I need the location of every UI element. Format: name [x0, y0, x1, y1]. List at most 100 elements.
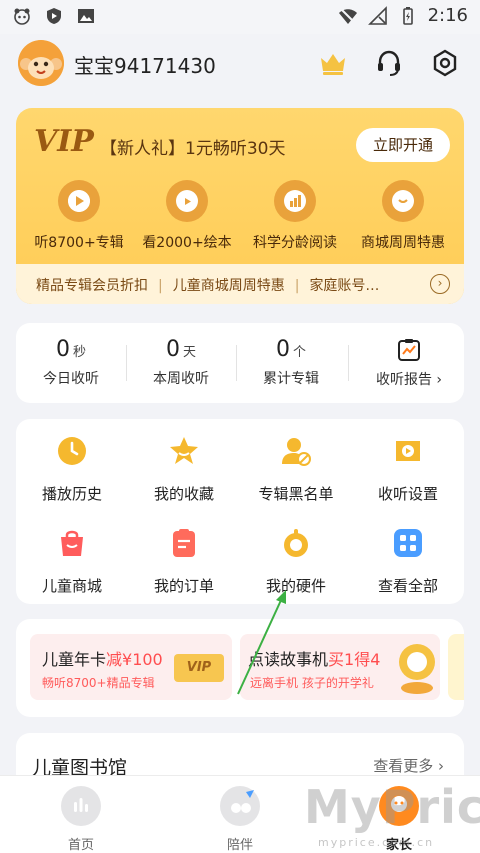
func-label: 专辑黑名单 — [258, 485, 334, 503]
signal-icon — [367, 5, 387, 25]
stat-week[interactable]: 0天 本周收听 — [126, 337, 236, 388]
tab-label: 陪伴 — [226, 838, 253, 853]
play-icon — [58, 180, 100, 222]
home-icon — [61, 786, 101, 826]
arrow-right-circle-icon[interactable]: › — [430, 274, 450, 294]
stat-today[interactable]: 0秒 今日收听 — [16, 337, 126, 388]
history-icon — [58, 437, 86, 465]
vip-feature-label: 科学分龄阅读 — [253, 235, 337, 251]
func-favorites[interactable]: 我的收藏 — [134, 435, 234, 504]
vip-feature-label: 看2000+绘本 — [142, 235, 232, 251]
vip-feature-label: 听8700+专辑 — [34, 235, 124, 251]
panda-icon — [14, 8, 30, 25]
func-my-hardware[interactable]: 我的硬件 — [246, 527, 346, 596]
listening-report[interactable]: 收听报告 › — [354, 337, 464, 389]
avatar[interactable] — [18, 40, 64, 86]
headset-icon[interactable] — [374, 48, 404, 78]
stat-albums[interactable]: 0个 累计专辑 — [236, 337, 346, 388]
vip-link-family-account[interactable]: 家庭账号… — [309, 278, 379, 294]
user-block-icon — [282, 438, 311, 466]
func-my-orders[interactable]: 我的订单 — [134, 527, 234, 596]
stat-label: 今日收听 — [43, 371, 99, 387]
func-kids-mall[interactable]: 儿童商城 — [22, 527, 122, 596]
promo-highlight: 买1得4 — [328, 650, 381, 669]
divider: | — [294, 278, 300, 294]
promo-annual-card[interactable]: 儿童年卡减¥100 畅听8700+精品专辑 VIP — [30, 634, 232, 700]
promo-subtitle: 远离手机 孩子的开学礼 — [250, 676, 374, 690]
grid-icon — [394, 529, 422, 557]
promo-story-machine[interactable]: 点读故事机买1得4 远离手机 孩子的开学礼 — [240, 634, 440, 700]
func-label: 收听设置 — [377, 485, 438, 503]
divider — [348, 345, 349, 381]
vip-link-mall-deals[interactable]: 儿童商城周周特惠 — [173, 278, 285, 294]
username: 宝宝94171430 — [74, 54, 216, 78]
tab-companion[interactable]: 陪伴 — [195, 786, 285, 853]
func-listen-settings[interactable]: 收听设置 — [358, 435, 458, 504]
func-label: 我的硬件 — [265, 577, 326, 595]
report-icon — [398, 339, 420, 361]
stat-value: 0 — [55, 337, 70, 362]
vip-promo-text: 【新人礼】1元畅听30天 — [100, 139, 286, 159]
battery-icon — [402, 6, 413, 25]
func-label: 我的订单 — [153, 577, 214, 595]
order-icon — [173, 529, 195, 557]
func-view-all[interactable]: 查看全部 — [358, 527, 458, 596]
chart-icon — [274, 180, 316, 222]
vip-card[interactable]: VIP 【新人礼】1元畅听30天 立即开通 听8700+专辑 看2000+绘本 … — [16, 108, 464, 304]
chevron-right-icon: › — [436, 372, 443, 388]
chevron-right-icon: › — [438, 757, 444, 775]
video-icon — [166, 180, 208, 222]
wifi-icon — [338, 7, 357, 24]
func-label: 查看全部 — [377, 577, 438, 595]
promo-title: 点读故事机 — [248, 650, 329, 669]
clock: 2:16 — [427, 5, 468, 26]
functions-card: 播放历史 我的收藏 专辑黑名单 收听设置 儿童商城 我的订单 我的硬件 查看全部 — [16, 419, 464, 604]
vip-link-album-discount[interactable]: 精品专辑会员折扣 — [36, 278, 148, 294]
tab-home[interactable]: 首页 — [36, 786, 126, 853]
stat-value: 0 — [165, 337, 180, 362]
companion-icon — [220, 786, 260, 826]
divider: | — [158, 278, 163, 294]
promo-title: 儿童年卡 — [42, 650, 107, 669]
stat-label: 本周收听 — [153, 371, 209, 387]
stat-label: 累计专辑 — [263, 371, 319, 387]
vip-open-button[interactable]: 立即开通 — [356, 128, 450, 162]
promo-next-peek — [448, 634, 464, 700]
monkey-avatar-icon — [18, 40, 64, 86]
hardware-icon — [284, 529, 308, 557]
vip-badge: VIP — [174, 654, 224, 682]
func-album-blacklist[interactable]: 专辑黑名单 — [246, 435, 346, 504]
promo-highlight: 减¥100 — [106, 650, 163, 669]
view-more-link[interactable]: 查看更多 › — [373, 755, 444, 776]
crown-icon[interactable] — [318, 48, 348, 78]
vip-logo: VIP — [34, 124, 94, 159]
vip-feature-albums[interactable]: 听8700+专辑 — [24, 180, 134, 252]
settings-icon[interactable] — [430, 48, 460, 78]
stat-value: 0 — [275, 337, 290, 362]
shield-icon — [47, 8, 61, 24]
vip-feature-reading[interactable]: 科学分龄阅读 — [240, 180, 350, 252]
shopping-bag-icon — [61, 530, 83, 556]
vip-feature-label: 商城周周特惠 — [361, 235, 445, 251]
stat-unit: 天 — [182, 345, 196, 360]
view-more-label: 查看更多 — [373, 757, 434, 775]
func-label: 播放历史 — [41, 485, 102, 503]
listening-stats-card: 0秒 今日收听 0天 本周收听 0个 累计专辑 收听报告 › — [16, 323, 464, 403]
gift-icon — [382, 180, 424, 222]
promo-subtitle: 畅听8700+精品专辑 — [42, 676, 155, 690]
vip-benefits-strip[interactable]: 精品专辑会员折扣 | 儿童商城周周特惠 | 家庭账号… › — [16, 264, 464, 304]
func-play-history[interactable]: 播放历史 — [22, 435, 122, 504]
promo-banner-row: 儿童年卡减¥100 畅听8700+精品专辑 VIP 点读故事机买1得4 远离手机… — [16, 619, 464, 717]
stat-unit: 秒 — [72, 345, 86, 360]
image-icon — [78, 9, 94, 23]
report-label: 收听报告 — [375, 372, 432, 388]
func-label: 我的收藏 — [153, 485, 214, 503]
func-label: 儿童商城 — [41, 577, 102, 595]
watermark-url: myprice.com.cn — [318, 836, 435, 849]
tab-label: 首页 — [67, 838, 94, 853]
vip-feature-mall[interactable]: 商城周周特惠 — [348, 180, 458, 252]
profile-header: 宝宝94171430 — [0, 34, 480, 96]
stat-unit: 个 — [292, 345, 306, 360]
watermark-logo: MyPrice — [304, 780, 480, 834]
vip-feature-picturebooks[interactable]: 看2000+绘本 — [132, 180, 242, 252]
